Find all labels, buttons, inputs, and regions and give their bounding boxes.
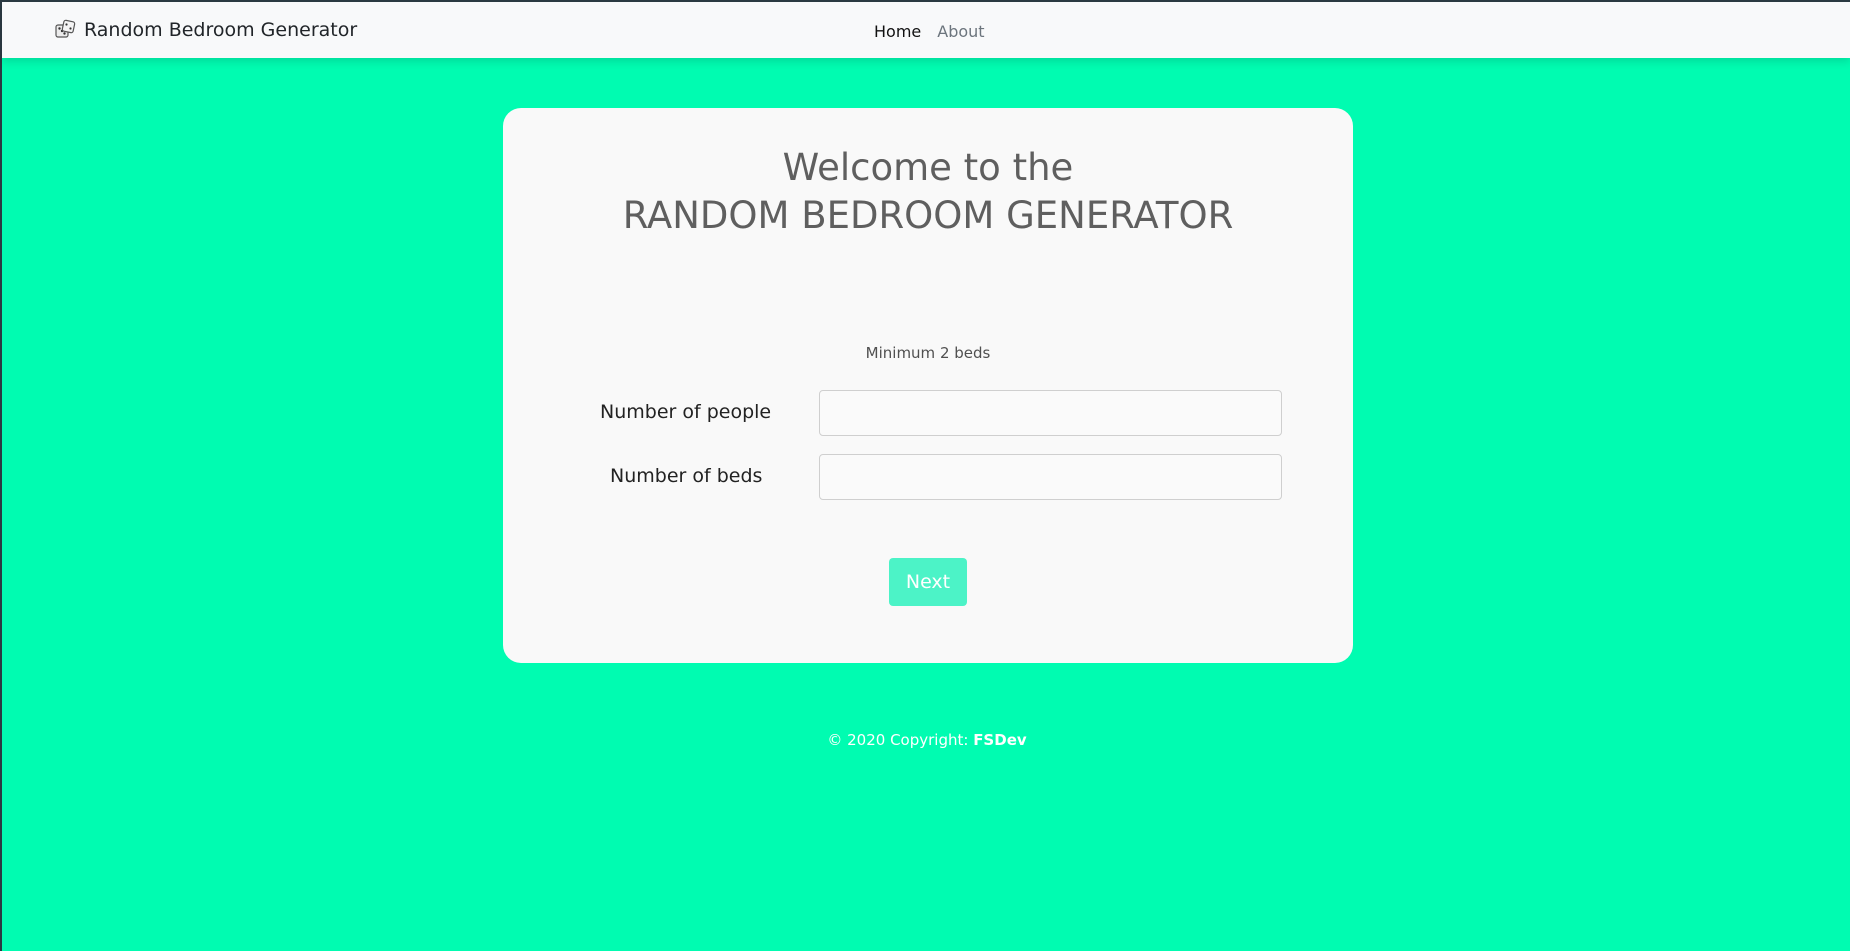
page: Random Bedroom Generator Home About Welc… bbox=[0, 0, 1850, 951]
page-title: Welcome to the RANDOM BEDROOM GENERATOR bbox=[503, 144, 1353, 240]
minimum-beds-hint: Minimum 2 beds bbox=[865, 344, 991, 362]
form-card: Welcome to the RANDOM BEDROOM GENERATOR … bbox=[503, 108, 1353, 663]
nav-home-link[interactable]: Home bbox=[874, 22, 921, 41]
title-line-welcome: Welcome to the bbox=[782, 146, 1074, 189]
beds-label: Number of beds bbox=[610, 465, 763, 487]
dice-icon bbox=[54, 19, 76, 41]
nav-links: Home About bbox=[874, 22, 985, 41]
copyright-text: © 2020 Copyright: bbox=[827, 731, 974, 749]
brand-link[interactable]: Random Bedroom Generator bbox=[54, 19, 357, 41]
nav-about-link[interactable]: About bbox=[937, 22, 984, 41]
people-label: Number of people bbox=[600, 401, 772, 423]
title-line-app-name: RANDOM BEDROOM GENERATOR bbox=[622, 194, 1234, 237]
people-input[interactable] bbox=[819, 390, 1282, 436]
copyright-author: FSDev bbox=[973, 731, 1027, 749]
footer: © 2020 Copyright: FSDev bbox=[2, 731, 1850, 749]
navbar: Random Bedroom Generator Home About bbox=[2, 2, 1850, 58]
next-button[interactable]: Next bbox=[889, 558, 967, 606]
beds-input[interactable] bbox=[819, 454, 1282, 500]
brand-title: Random Bedroom Generator bbox=[84, 19, 358, 41]
